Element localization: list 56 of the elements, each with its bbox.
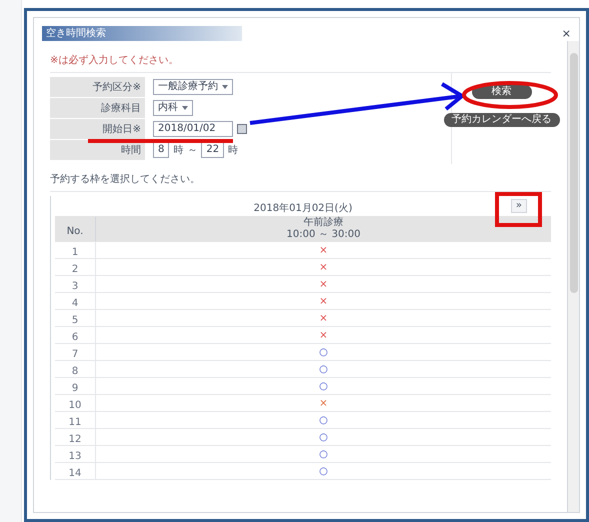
unit-label: 時 [228, 144, 238, 158]
date-field[interactable]: 2018/01/02 [153, 121, 233, 137]
availability-mark[interactable]: ○ [319, 378, 328, 394]
next-day-button[interactable]: » [510, 199, 527, 213]
row-number: 7 [72, 349, 78, 360]
row-number: 12 [68, 434, 82, 445]
column-header: No. [66, 226, 84, 237]
range-separator: ～ [187, 144, 198, 158]
calendar-icon[interactable] [237, 124, 247, 134]
close-button[interactable]: × [562, 28, 571, 39]
availability-mark[interactable]: × [319, 242, 328, 258]
row-number: 5 [72, 315, 78, 326]
window-title: 空き時間検索 [42, 26, 242, 41]
row-number: 4 [72, 298, 78, 309]
caret-icon [222, 85, 228, 89]
column-header: 午前診療 [304, 217, 344, 229]
field-label: 診療科目 [101, 102, 141, 116]
availability-mark[interactable]: ○ [319, 464, 328, 478]
availability-mark[interactable]: × [319, 310, 328, 326]
select-field[interactable]: 8 [153, 142, 170, 158]
row-number: 2 [72, 264, 78, 275]
availability-mark[interactable]: × [319, 396, 328, 410]
instruction-text: ※は必ず入力してください。 [50, 54, 180, 68]
select-prompt: 予約する枠を選択してください。 [50, 172, 551, 192]
field-label: 時間 [121, 144, 141, 158]
slot-time: 10:00 ～ 30:00 [286, 229, 360, 241]
select-field[interactable]: 22 [201, 142, 224, 158]
row-number: 10 [68, 400, 82, 411]
action-button[interactable]: 予約カレンダーへ戻る [444, 113, 560, 127]
availability-mark[interactable]: ○ [319, 344, 328, 360]
availability-mark[interactable]: ○ [319, 430, 328, 444]
row-number: 9 [72, 383, 78, 394]
availability-mark[interactable]: × [319, 260, 328, 274]
row-number: 3 [72, 281, 78, 292]
caret-icon [182, 106, 188, 110]
date-heading: 2018年01月02日(火) [254, 203, 352, 214]
availability-mark[interactable]: ○ [319, 412, 328, 428]
availability-mark[interactable]: × [319, 328, 328, 342]
highlight-rectangle [495, 192, 542, 227]
row-number: 8 [72, 366, 78, 377]
availability-mark[interactable]: × [319, 294, 328, 308]
unit-label: 時 [173, 144, 184, 158]
select-field[interactable]: 一般診療予約 [153, 79, 233, 95]
row-number: 13 [68, 451, 82, 462]
row-number: 6 [72, 332, 78, 343]
select-field[interactable]: 内科 [153, 100, 193, 116]
action-button[interactable]: 検索 [472, 85, 532, 99]
field-label: 予約区分※ [92, 80, 141, 94]
availability-mark[interactable]: × [319, 276, 328, 292]
field-label: 開始日※ [102, 122, 141, 136]
row-number: 14 [68, 468, 82, 479]
row-number: 1 [72, 247, 78, 258]
scrollbar[interactable] [567, 41, 579, 512]
availability-mark[interactable]: ○ [319, 446, 328, 462]
row-number: 11 [68, 417, 82, 428]
availability-mark[interactable]: ○ [319, 362, 328, 376]
